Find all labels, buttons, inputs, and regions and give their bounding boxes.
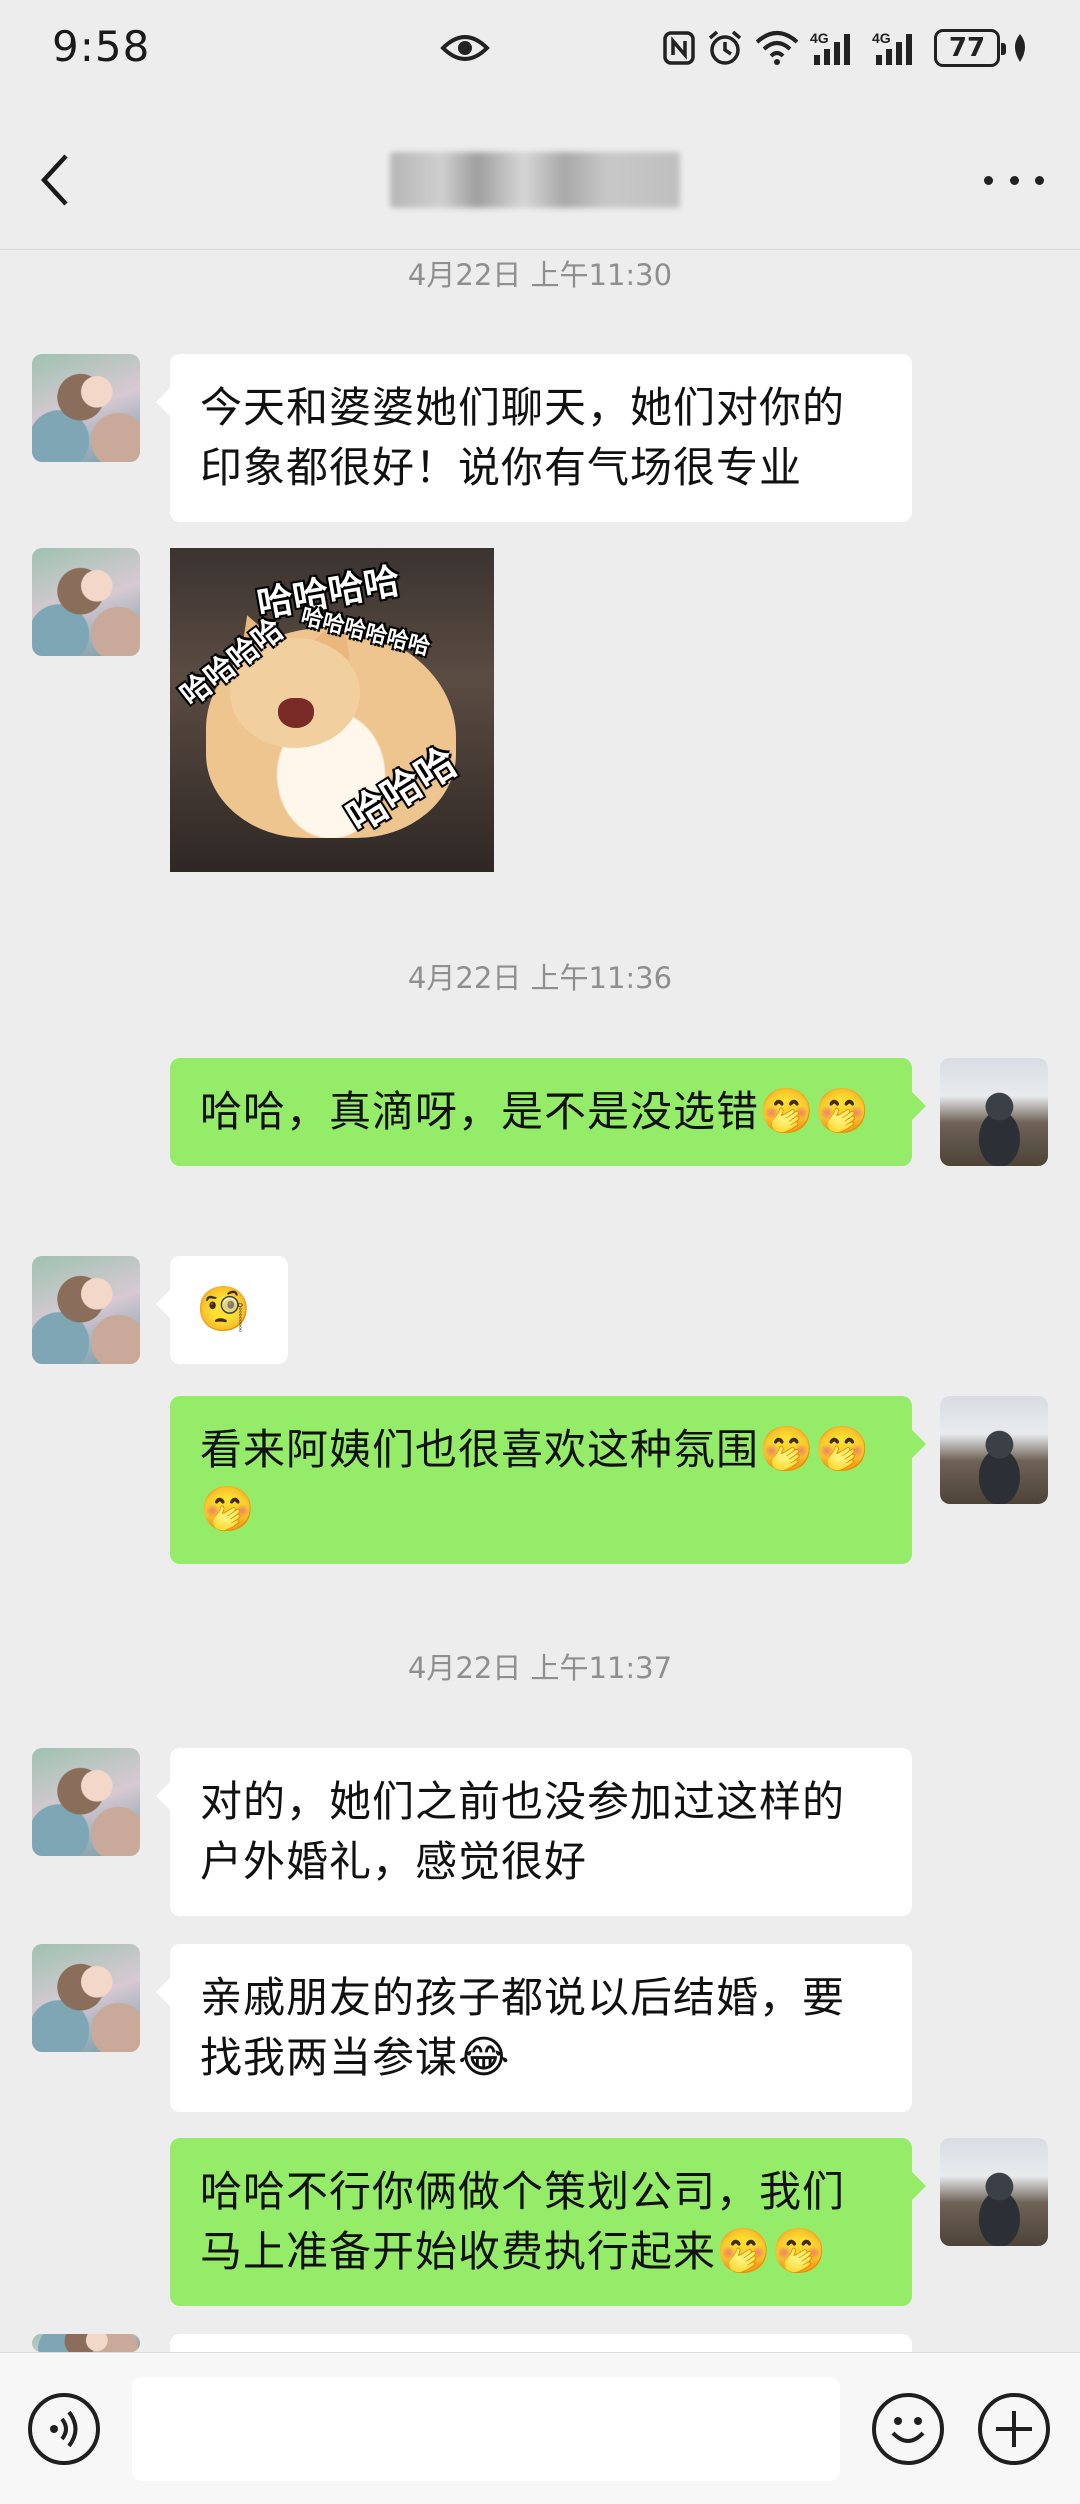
battery-icon: 77: [934, 29, 1006, 67]
message-timestamp: 4月22日 上午11:30: [407, 258, 673, 292]
contact-avatar[interactable]: [32, 1256, 140, 1364]
signal-4g-icon: 4G: [872, 30, 912, 65]
emoji-laughing-tears-icon: 😂: [458, 2032, 511, 2083]
nfc-icon: [663, 31, 695, 65]
svg-text:4G: 4G: [810, 30, 829, 46]
battery-level: 77: [948, 33, 986, 63]
alarm-icon: [708, 30, 742, 65]
meme-image-cat[interactable]: 哈哈哈哈 哈哈哈哈 哈哈哈哈哈哈 哈哈哈: [170, 548, 494, 872]
svg-text:4G: 4G: [872, 30, 891, 46]
message-bubble-outgoing[interactable]: 哈哈，真滴呀，是不是没选错🤭🤭: [170, 1058, 926, 1166]
my-avatar[interactable]: [940, 2138, 1048, 2246]
leaf-icon: [1015, 34, 1025, 62]
emoji-shushing-icon: 🤭🤭: [759, 1086, 871, 1137]
chevron-left-icon[interactable]: [36, 150, 76, 210]
message-bubble-outgoing[interactable]: 哈哈不行你俩做个策划公司，我们马上准备开始收费执行起来🤭🤭: [170, 2138, 926, 2306]
status-time: 9:58: [52, 22, 151, 71]
message-text: 看来阿姨们也很喜欢这种氛围: [200, 1425, 760, 1474]
emoji-icon[interactable]: [872, 2393, 944, 2465]
message-bubble-outgoing[interactable]: 看来阿姨们也很喜欢这种氛围🤭🤭🤭: [170, 1396, 926, 1564]
message-text: 亲戚朋友的孩子都说以后结婚，要找我两当参谋: [200, 1973, 846, 2082]
my-avatar[interactable]: [940, 1058, 1048, 1166]
contact-avatar[interactable]: [32, 1944, 140, 2052]
emoji-monocle-icon: 🧐: [196, 1284, 252, 1335]
chat-title: [390, 152, 680, 208]
message-timestamp: 4月22日 上午11:37: [407, 1651, 673, 1685]
message-input[interactable]: [132, 2377, 840, 2481]
contact-avatar[interactable]: [32, 2334, 140, 2352]
my-avatar[interactable]: [940, 1396, 1048, 1504]
signal-4g-icon: 4G: [810, 30, 850, 65]
more-dots-icon[interactable]: [984, 170, 1044, 190]
wifi-icon: [755, 31, 799, 65]
message-text: 对的，她们之前也没参加过这样的户外婚礼，感觉很好: [200, 1777, 846, 1886]
contact-avatar[interactable]: [32, 1748, 140, 1856]
voice-icon[interactable]: [28, 2393, 100, 2465]
message-text: 今天和婆婆她们聊天，她们对你的印象都很好！说你有气场很专业: [200, 383, 846, 492]
status-bar: 9:58 4G 4G 77: [0, 0, 1080, 100]
contact-avatar[interactable]: [32, 548, 140, 656]
message-bubble-incoming[interactable]: 🧐: [156, 1256, 288, 1364]
message-bubble-incoming[interactable]: 亲戚朋友的孩子都说以后结婚，要找我两当参谋😂: [156, 1944, 912, 2112]
emoji-shushing-icon: 🤭🤭: [716, 2226, 828, 2277]
input-bar: [0, 2352, 1080, 2504]
plus-icon[interactable]: [978, 2393, 1050, 2465]
message-bubble-incoming[interactable]: [170, 2334, 912, 2352]
eye-icon: [440, 35, 490, 61]
message-bubble-incoming[interactable]: 对的，她们之前也没参加过这样的户外婚礼，感觉很好: [156, 1748, 912, 1916]
message-timestamp: 4月22日 上午11:36: [407, 961, 673, 995]
message-text: 哈哈，真滴呀，是不是没选错: [200, 1087, 760, 1136]
message-bubble-incoming[interactable]: 今天和婆婆她们聊天，她们对你的印象都很好！说你有气场很专业: [156, 354, 912, 522]
contact-avatar[interactable]: [32, 354, 140, 462]
chat-header: [0, 100, 1080, 250]
status-icons: 4G 4G 77: [662, 26, 1030, 70]
